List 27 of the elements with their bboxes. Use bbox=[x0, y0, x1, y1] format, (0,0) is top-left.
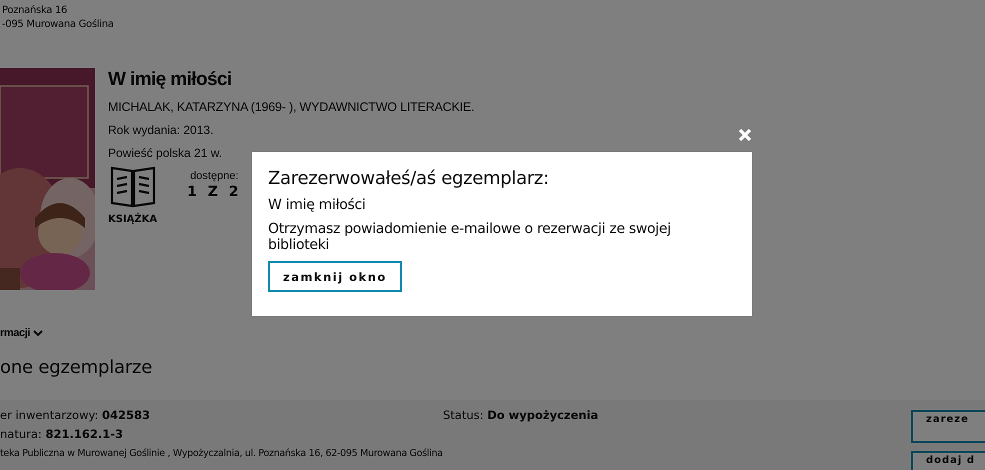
address-line: -095 Murowana Goślina bbox=[2, 18, 115, 32]
more-info-link[interactable]: rmacji bbox=[0, 327, 30, 339]
library-location: teka Publiczna w Murowanej Goślinie , Wypożyczalnia, ul. Poznańska 16, 62-095 Murowana Goślina bbox=[0, 447, 443, 461]
notification-message: Otrzymasz powiadomienie e-mailowe o rezerwacji ze swojej biblioteki bbox=[268, 221, 672, 253]
book-subject: Powieść polska 21 w. bbox=[108, 146, 224, 160]
close-icon[interactable] bbox=[738, 128, 752, 142]
signature-value: 821.162.1-3 bbox=[45, 427, 123, 441]
publication-year: Rok wydania: 2013. bbox=[108, 123, 214, 137]
reserved-book-title: W imię miłości bbox=[268, 197, 367, 213]
book-author: MICHALAK, KATARZYNA (1969- ), WYDAWNICTWO LITERACKIE. bbox=[108, 100, 474, 114]
close-window-button[interactable]: zamknij okno bbox=[268, 261, 402, 292]
section-heading: one egzemplarze bbox=[0, 357, 154, 378]
copy-action-button[interactable]: zareze bbox=[911, 410, 985, 443]
signature-label: natura: bbox=[0, 427, 42, 441]
inventory-number: 042583 bbox=[102, 408, 150, 422]
availability-count: 1 Z 2 bbox=[187, 184, 242, 200]
address-line: Poznańska 16 bbox=[2, 4, 68, 18]
status-label: Status: bbox=[443, 408, 484, 422]
format-label: KSIĄŻKA bbox=[108, 214, 158, 225]
chevron-down-icon bbox=[33, 330, 44, 336]
inventory-label: er inwentarzowy: bbox=[0, 408, 98, 422]
dialog-title: Zarezerwowałeś/aś egzemplarz: bbox=[268, 168, 550, 189]
availability-label: dostępne: bbox=[190, 170, 239, 182]
status-value: Do wypożyczenia bbox=[487, 408, 598, 422]
book-title[interactable]: W imię miłości bbox=[108, 69, 474, 91]
open-book-icon bbox=[110, 166, 156, 208]
copy-action-button[interactable]: dodaj d bbox=[911, 451, 985, 470]
